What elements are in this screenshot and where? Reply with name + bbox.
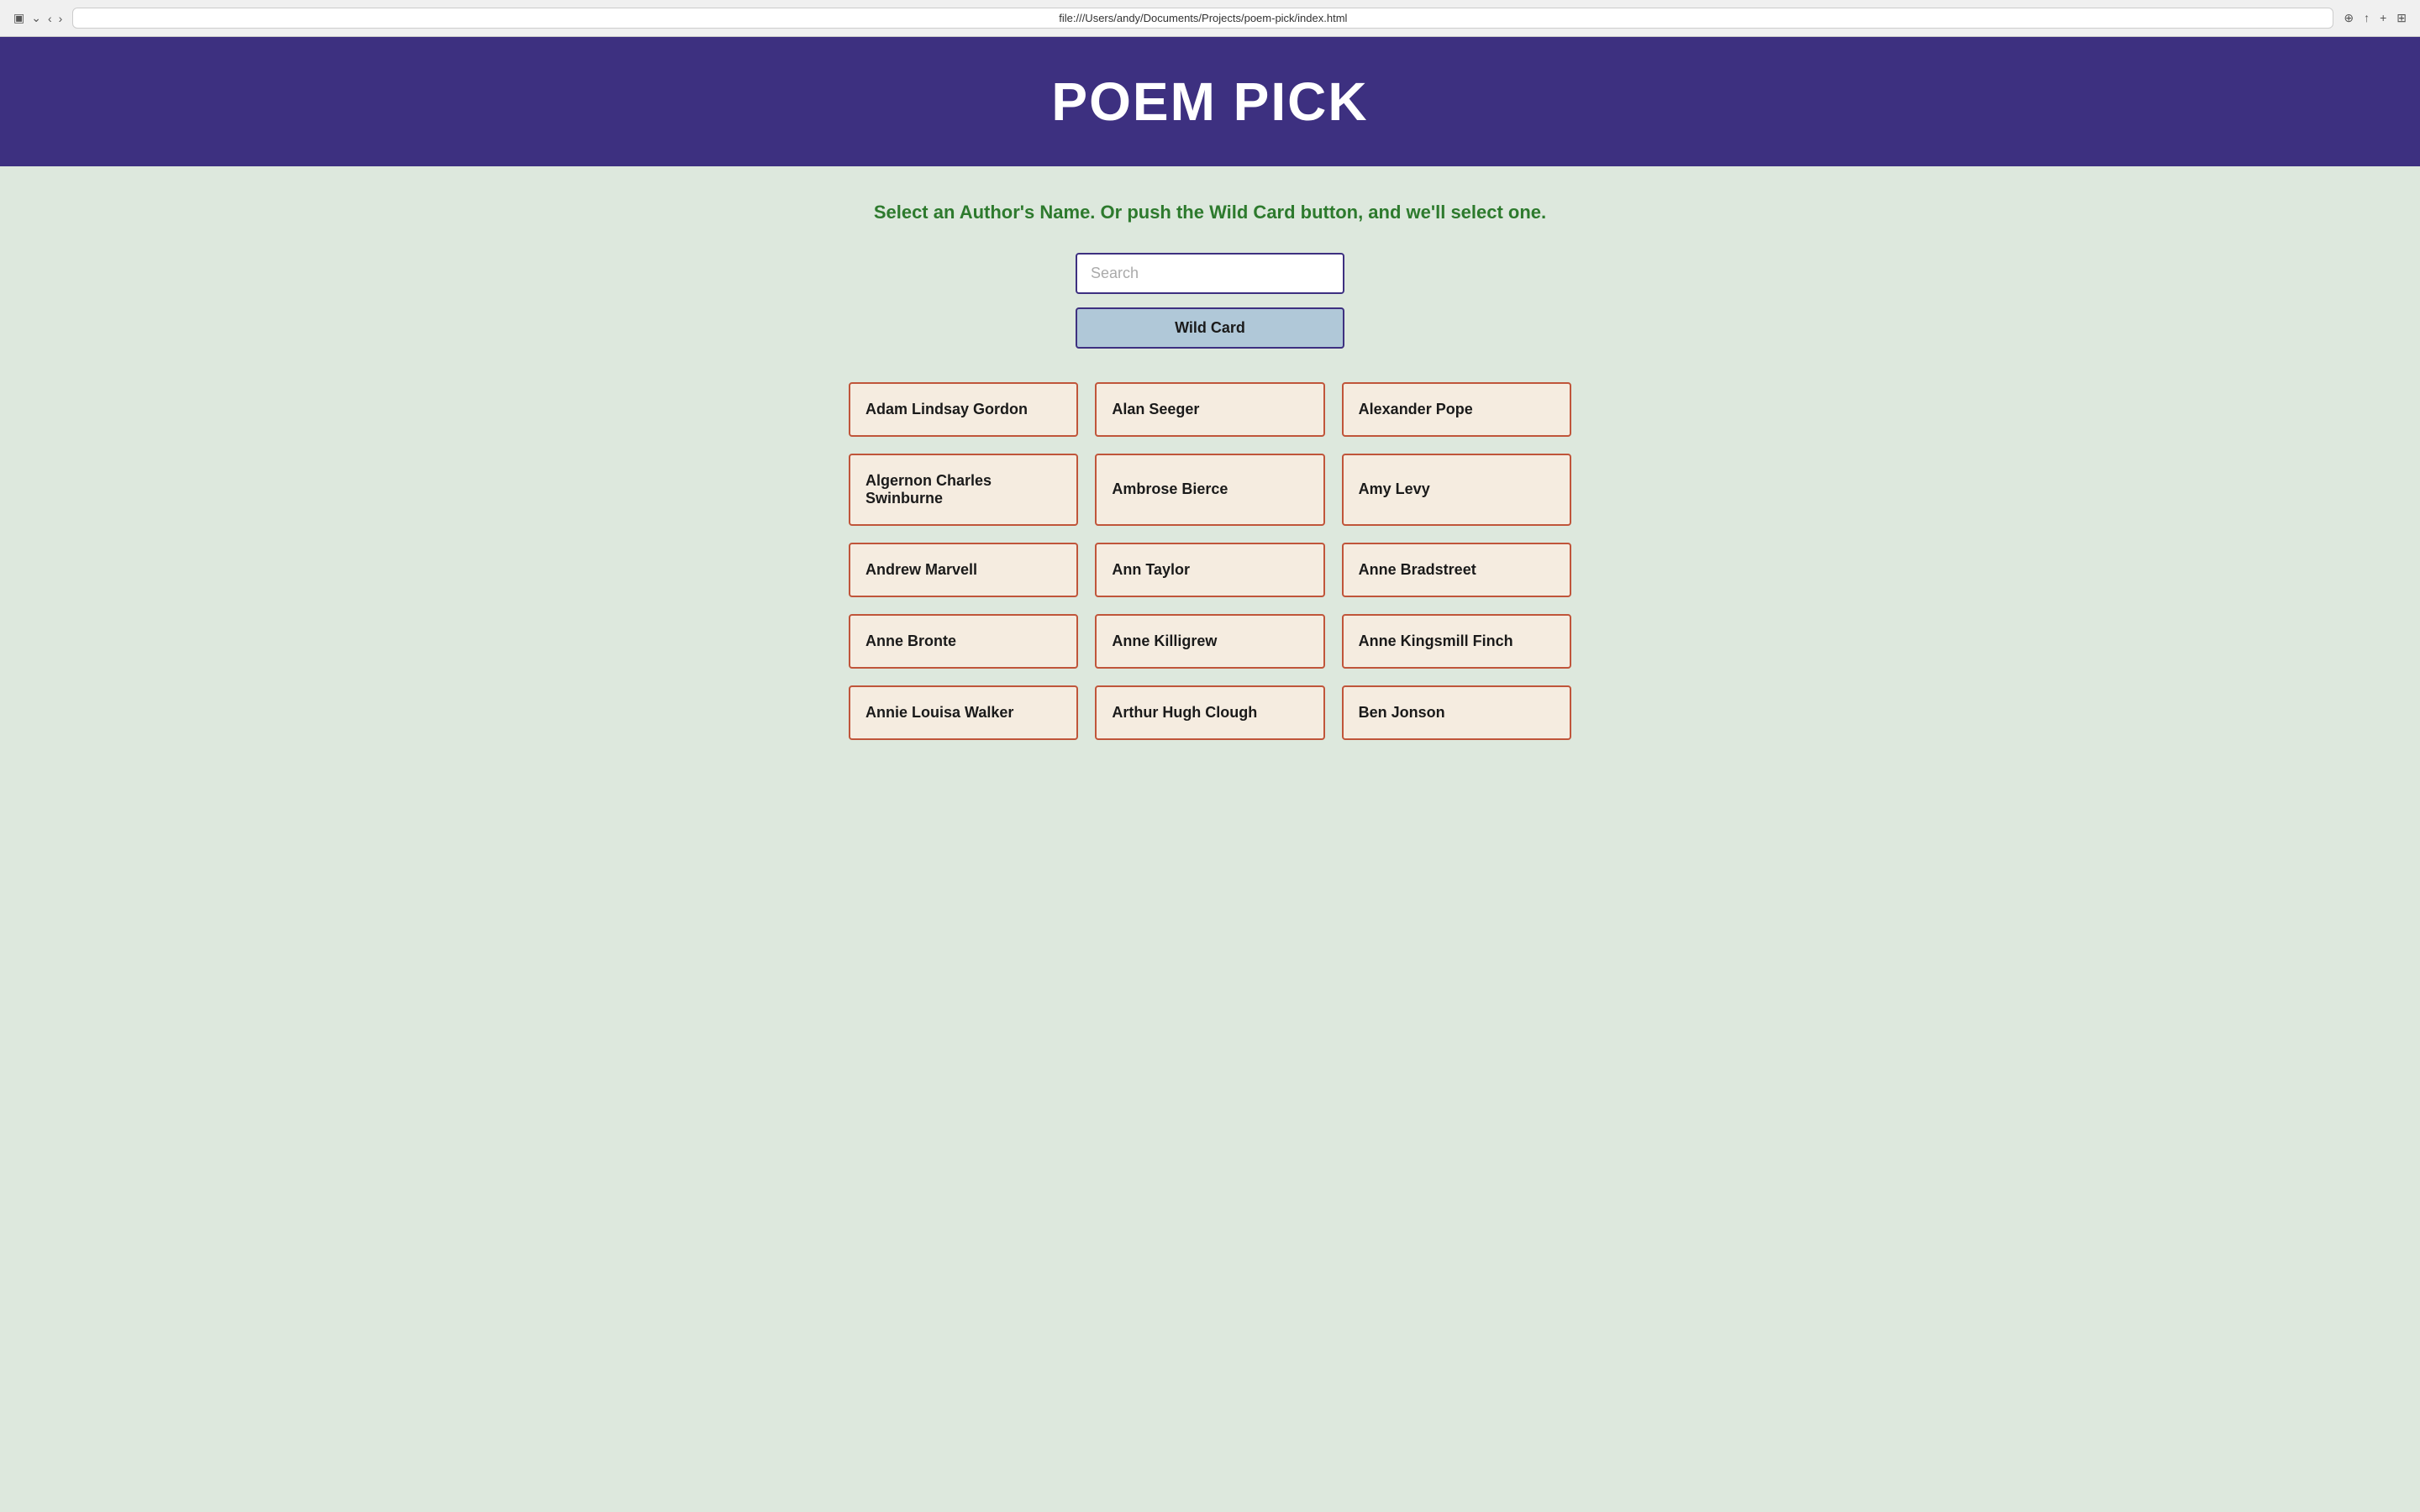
page-content: Select an Author's Name. Or push the Wil… xyxy=(832,166,1588,774)
authors-grid: Adam Lindsay Gordon Alan Seeger Alexander … xyxy=(849,382,1571,740)
downloads-icon[interactable]: ⊕ xyxy=(2344,11,2354,25)
author-button[interactable]: Ben Jonson xyxy=(1342,685,1571,740)
chevron-down-icon[interactable]: ⌄ xyxy=(31,11,41,25)
forward-button[interactable]: › xyxy=(59,12,63,25)
author-button[interactable]: Arthur Hugh Clough xyxy=(1095,685,1324,740)
page-header: POEM PICK xyxy=(0,37,2420,166)
browser-chrome: ▣ ⌄ ‹ › file:///Users/andy/Documents/Pro… xyxy=(0,0,2420,37)
search-input[interactable] xyxy=(1076,253,1344,294)
page-title: POEM PICK xyxy=(17,71,2403,133)
author-button[interactable]: Alan Seeger xyxy=(1095,382,1324,437)
back-button[interactable]: ‹ xyxy=(48,12,52,25)
author-button[interactable]: Anne Kingsmill Finch xyxy=(1342,614,1571,669)
new-tab-icon[interactable]: + xyxy=(2380,11,2386,25)
subtitle: Select an Author's Name. Or push the Wil… xyxy=(849,200,1571,226)
grid-icon[interactable]: ⊞ xyxy=(2396,11,2407,25)
address-bar[interactable]: file:///Users/andy/Documents/Projects/po… xyxy=(72,8,2333,29)
author-button[interactable]: Ambrose Bierce xyxy=(1095,454,1324,526)
author-button[interactable]: Andrew Marvell xyxy=(849,543,1078,597)
author-button[interactable]: Alexander Pope xyxy=(1342,382,1571,437)
author-button[interactable]: Anne Killigrew xyxy=(1095,614,1324,669)
sidebar-toggle-icon[interactable]: ▣ xyxy=(13,11,24,25)
author-button[interactable]: Ann Taylor xyxy=(1095,543,1324,597)
browser-controls: ▣ ⌄ ‹ › xyxy=(13,11,62,25)
browser-actions: ⊕ ↑ + ⊞ xyxy=(2344,11,2407,25)
author-button[interactable]: Anne Bronte xyxy=(849,614,1078,669)
share-icon[interactable]: ↑ xyxy=(2364,11,2370,25)
author-button[interactable]: Adam Lindsay Gordon xyxy=(849,382,1078,437)
search-container: Wild Card xyxy=(849,253,1571,349)
author-button[interactable]: Anne Bradstreet xyxy=(1342,543,1571,597)
author-button[interactable]: Annie Louisa Walker xyxy=(849,685,1078,740)
wildcard-button[interactable]: Wild Card xyxy=(1076,307,1344,349)
author-button[interactable]: Amy Levy xyxy=(1342,454,1571,526)
author-button[interactable]: Algernon Charles Swinburne xyxy=(849,454,1078,526)
